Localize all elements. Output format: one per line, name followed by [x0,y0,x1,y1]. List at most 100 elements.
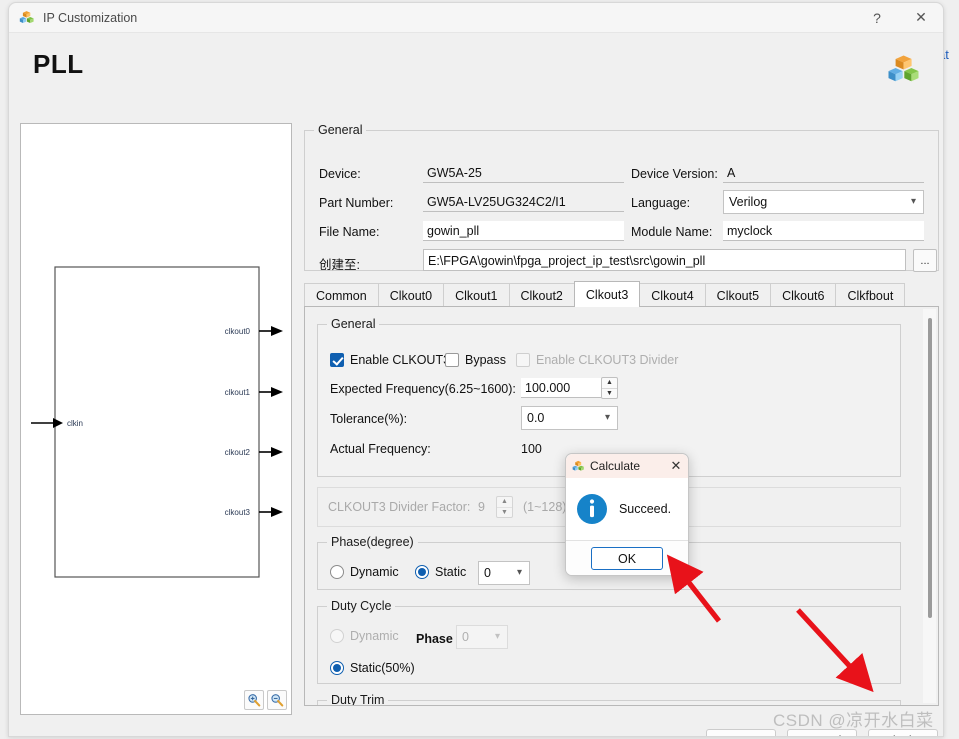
schematic-port-clkout2: clkout2 [225,448,251,457]
stepper-down-icon[interactable]: ▼ [602,389,617,399]
radio-icon-selected [415,565,429,579]
general-group-legend: General [318,123,363,137]
divider-factor-range: (1~128) [523,500,567,514]
language-value: Verilog [729,195,768,209]
checkbox-icon-checked [330,353,344,367]
duty-cycle-legend: Duty Cycle [331,599,392,613]
calculate-dialog: Calculate ✕ Succeed. OK [565,453,689,576]
duty-phase-label: Phase [416,632,453,646]
right-pane: General Device: Device Version: Part Num… [304,123,939,706]
calculate-dialog-titlebar: Calculate ✕ [566,454,688,478]
zoom-out-icon[interactable] [267,690,287,710]
ip-cubes-icon [572,460,585,473]
radio-icon-selected [330,661,344,675]
calculate-dialog-footer: OK [566,541,688,575]
duty-phase-select: 0 ▾ [456,625,508,649]
phase-value-select[interactable]: 0 ▾ [478,561,530,585]
tab-clkout1[interactable]: Clkout1 [443,283,510,307]
info-icon [576,493,608,525]
device-field[interactable] [423,163,624,183]
part-number-field[interactable] [423,192,624,212]
tab-clkout3[interactable]: Clkout3 [573,281,641,307]
phase-group-legend: Phase(degree) [331,535,414,549]
schematic-port-clkout3: clkout3 [225,508,251,517]
tabpanel-scrollbar[interactable] [923,309,936,703]
duty-static-radio[interactable]: Static(50%) [330,661,415,675]
tab-clkfbout[interactable]: Clkfbout [835,283,906,307]
chevron-down-icon: ▾ [910,196,916,207]
schematic-port-clkout0: clkout0 [225,327,251,336]
calculate-dialog-message: Succeed. [618,502,672,516]
ip-cubes-icon-large [887,53,921,87]
tab-common[interactable]: Common [304,283,379,307]
enable-clkout3-label: Enable CLKOUT3 [350,353,451,367]
device-version-label: Device Version: [631,167,718,181]
expected-frequency-input[interactable] [521,378,601,398]
window-titlebar: IP Customization ? ✕ [9,3,943,33]
actual-frequency-value: 100 [521,442,542,456]
chevron-down-icon: ▾ [604,412,610,423]
page-title: PLL [33,49,84,79]
schematic-port-clkout1: clkout1 [225,388,251,397]
chevron-down-icon: ▾ [494,631,500,642]
stepper-up-icon: ▲ [497,497,512,508]
device-version-field[interactable] [723,163,924,183]
tolerance-select[interactable]: 0.0 ▾ [521,406,618,430]
module-name-input[interactable] [723,221,924,241]
divider-factor-stepper: ▲ ▼ [496,496,513,518]
phase-dynamic-radio[interactable]: Dynamic [330,565,399,579]
phase-static-label: Static [435,565,467,579]
tolerance-value: 0.0 [527,411,545,425]
tab-clkout0[interactable]: Clkout0 [377,283,445,307]
module-name-label: Module Name: [631,225,713,239]
bypass-label: Bypass [465,353,506,367]
file-name-label: File Name: [319,225,380,239]
file-name-input[interactable] [423,221,624,241]
expected-frequency-label: Expected Frequency(6.25~1600): [330,382,516,396]
enable-clkout3-checkbox[interactable]: Enable CLKOUT3 [330,353,450,367]
tab-clkout5[interactable]: Clkout5 [704,283,772,307]
expected-frequency-stepper[interactable]: ▲ ▼ [601,377,618,399]
duty-trim-legend: Duty Trim [331,693,385,705]
schematic-port-clkin: clkin [67,419,83,428]
language-select[interactable]: Verilog ▾ [723,190,924,214]
desktop-background: at IP Customization ? [0,0,959,739]
calculate-dialog-body: Succeed. [566,478,688,541]
pll-schematic: clkin clkout0 clkout1 clkout2 clkout3 [31,266,283,578]
window-body: PLL clkin clkout0 clkout1 clkout2 clkout… [9,33,943,736]
clkout3-general-legend: General [331,317,376,331]
browse-button[interactable]: ... [913,249,937,272]
duty-dynamic-radio: Dynamic [330,629,399,643]
tab-clkout6[interactable]: Clkout6 [770,283,837,307]
stepper-up-icon[interactable]: ▲ [602,378,617,389]
close-icon[interactable]: ✕ [664,454,688,478]
ok-button[interactable]: OK [706,729,776,736]
language-label: Language: [631,196,691,210]
tab-clkout2[interactable]: Clkout2 [508,283,575,307]
part-number-label: Part Number: [319,196,394,210]
device-label: Device: [319,167,361,181]
duty-trim-group: Duty Trim [317,693,901,705]
general-group: General Device: Device Version: Part Num… [304,123,939,272]
clkout-tabbar: Common Clkout0 Clkout1 Clkout2 Clkout3 Clkout… [304,281,939,307]
close-icon[interactable]: ✕ [899,3,943,33]
zoom-in-icon[interactable] [244,690,264,710]
phase-static-radio[interactable]: Static [415,565,466,579]
chevron-down-icon: ▾ [516,567,522,578]
create-in-input[interactable] [423,249,906,271]
window-title: IP Customization [43,10,138,25]
calculate-dialog-ok-button[interactable]: OK [591,547,663,570]
enable-clkout3-divider-label: Enable CLKOUT3 Divider [536,353,679,367]
radio-icon-disabled [330,629,344,643]
duty-cycle-group: Duty Cycle Dynamic Phase 0 ▾ Static(50%) [317,599,901,684]
calculate-dialog-title: Calculate [590,459,641,473]
help-button[interactable]: ? [855,3,899,33]
tab-clkout4[interactable]: Clkout4 [639,283,706,307]
duty-phase-value: 0 [462,630,469,644]
window-controls: ? ✕ [855,3,943,33]
bypass-checkbox[interactable]: Bypass [445,353,506,367]
stepper-down-icon: ▼ [501,508,508,516]
create-in-label: 创建至: [319,258,360,272]
phase-dynamic-label: Dynamic [350,565,399,579]
scrollbar-thumb[interactable] [928,318,932,618]
